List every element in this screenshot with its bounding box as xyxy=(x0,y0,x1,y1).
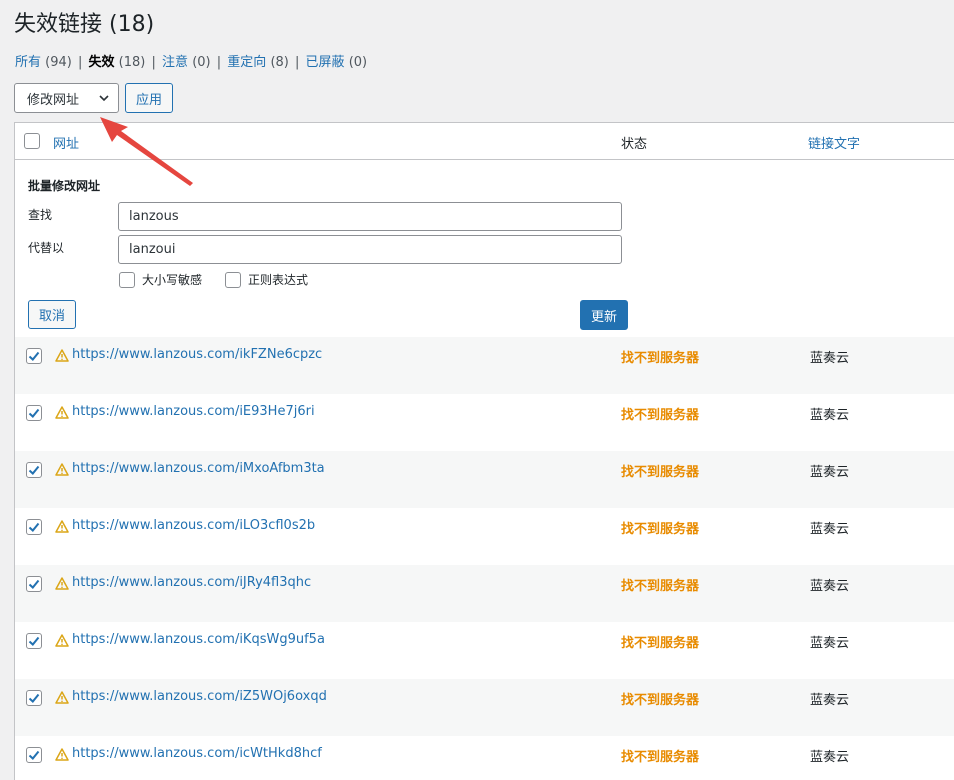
chevron-down-icon xyxy=(99,95,109,102)
link-text: 蓝奏云 xyxy=(810,636,850,651)
table-row: https://www.lanzous.com/iE93He7j6ri 找不到服… xyxy=(15,394,954,451)
link-status: 找不到服务器 xyxy=(621,408,700,423)
link-text: 蓝奏云 xyxy=(810,693,850,708)
row-checkbox[interactable] xyxy=(26,519,42,535)
link-status: 找不到服务器 xyxy=(621,465,700,480)
separator: | xyxy=(295,55,300,70)
table-row: https://www.lanzous.com/ikFZNe6cpzc 找不到服… xyxy=(15,337,954,394)
bulk-action-selected: 修改网址 xyxy=(27,92,80,108)
link-text: 蓝奏云 xyxy=(810,351,850,366)
row-checkbox[interactable] xyxy=(26,405,42,421)
link-status: 找不到服务器 xyxy=(621,579,700,594)
link-url[interactable]: https://www.lanzous.com/iE93He7j6ri xyxy=(72,404,315,419)
find-input[interactable]: lanzous xyxy=(118,202,622,231)
column-status: 状态 xyxy=(621,137,648,152)
warning-icon xyxy=(55,691,69,704)
filter-broken[interactable]: 失效 xyxy=(89,55,115,70)
filter-warning-count: (0) xyxy=(192,55,211,70)
select-all-checkbox[interactable] xyxy=(24,133,40,149)
warning-icon xyxy=(55,349,69,362)
cancel-button[interactable]: 取消 xyxy=(28,300,76,329)
link-text: 蓝奏云 xyxy=(810,522,850,537)
link-text: 蓝奏云 xyxy=(810,579,850,594)
filter-all[interactable]: 所有 xyxy=(15,55,41,70)
filter-warning[interactable]: 注意 xyxy=(162,55,188,70)
link-text: 蓝奏云 xyxy=(810,750,850,765)
filter-broken-count: (18) xyxy=(118,55,146,70)
annotation-arrow-icon xyxy=(100,117,193,186)
link-text: 蓝奏云 xyxy=(810,465,850,480)
filter-dismissed[interactable]: 已屏蔽 xyxy=(306,55,345,70)
bulk-edit-panel: 批量修改网址 查找 lanzous 代替以 lanzoui 大小写敏感 正则表达… xyxy=(15,161,954,337)
table-rows: https://www.lanzous.com/ikFZNe6cpzc 找不到服… xyxy=(15,337,954,780)
link-url[interactable]: https://www.lanzous.com/iJRy4fl3qhc xyxy=(72,575,311,590)
apply-button[interactable]: 应用 xyxy=(125,83,173,113)
column-link-text[interactable]: 链接文字 xyxy=(808,133,860,152)
regex-checkbox[interactable] xyxy=(225,271,241,288)
row-checkbox[interactable] xyxy=(26,633,42,649)
table-row: https://www.lanzous.com/iJRy4fl3qhc 找不到服… xyxy=(15,565,954,622)
filter-redirect-count: (8) xyxy=(270,55,289,70)
row-checkbox[interactable] xyxy=(26,576,42,592)
status-filter-links: 所有 (94) | 失效 (18) | 注意 (0) | 重定向 (8) | 已… xyxy=(15,51,367,70)
link-status: 找不到服务器 xyxy=(621,693,700,708)
link-url[interactable]: https://www.lanzous.com/iZ5WOj6oxqd xyxy=(72,689,327,704)
link-url[interactable]: https://www.lanzous.com/iLO3cfl0s2b xyxy=(72,518,315,533)
warning-icon xyxy=(55,634,69,647)
find-label: 查找 xyxy=(28,208,53,222)
warning-icon xyxy=(55,520,69,533)
row-checkbox[interactable] xyxy=(26,747,42,763)
case-sensitive-option[interactable]: 大小写敏感 xyxy=(119,271,202,288)
case-sensitive-label: 大小写敏感 xyxy=(142,273,203,287)
table-row: https://www.lanzous.com/iZ5WOj6oxqd 找不到服… xyxy=(15,679,954,736)
case-sensitive-checkbox[interactable] xyxy=(119,271,135,288)
link-status: 找不到服务器 xyxy=(621,522,700,537)
table-row: https://www.lanzous.com/iKqsWg9uf5a 找不到服… xyxy=(15,622,954,679)
bulk-action-select[interactable]: 修改网址 xyxy=(14,83,119,113)
bulk-edit-title: 批量修改网址 xyxy=(28,179,101,193)
filter-all-count: (94) xyxy=(45,55,72,70)
table-row: https://www.lanzous.com/iMxoAfbm3ta 找不到服… xyxy=(15,451,954,508)
update-button[interactable]: 更新 xyxy=(580,300,628,330)
warning-icon xyxy=(55,463,69,476)
warning-icon xyxy=(55,748,69,761)
link-url[interactable]: https://www.lanzous.com/iMxoAfbm3ta xyxy=(72,461,325,476)
row-checkbox[interactable] xyxy=(26,348,42,364)
links-table: 网址 状态 链接文字 批量修改网址 查找 lanzous 代替以 lanzoui… xyxy=(14,122,954,780)
link-url[interactable]: https://www.lanzous.com/icWtHkd8hcf xyxy=(72,746,322,761)
replace-input[interactable]: lanzoui xyxy=(118,235,622,264)
regex-label: 正则表达式 xyxy=(248,273,309,287)
table-row: https://www.lanzous.com/iLO3cfl0s2b 找不到服… xyxy=(15,508,954,565)
table-row: https://www.lanzous.com/icWtHkd8hcf 找不到服… xyxy=(15,736,954,780)
link-status: 找不到服务器 xyxy=(621,636,700,651)
separator: | xyxy=(216,55,222,70)
warning-icon xyxy=(55,577,69,590)
link-url[interactable]: https://www.lanzous.com/iKqsWg9uf5a xyxy=(72,632,325,647)
separator: | xyxy=(151,55,156,70)
link-status: 找不到服务器 xyxy=(621,750,700,765)
link-text: 蓝奏云 xyxy=(810,408,850,423)
filter-redirect[interactable]: 重定向 xyxy=(227,55,266,70)
column-url[interactable]: 网址 xyxy=(53,133,79,152)
warning-icon xyxy=(55,406,69,419)
replace-label: 代替以 xyxy=(28,241,65,255)
link-status: 找不到服务器 xyxy=(621,351,700,366)
filter-dismissed-count: (0) xyxy=(348,55,368,70)
link-url[interactable]: https://www.lanzous.com/ikFZNe6cpzc xyxy=(72,347,322,362)
row-checkbox[interactable] xyxy=(26,690,42,706)
regex-option[interactable]: 正则表达式 xyxy=(225,271,308,288)
page-title: 失效链接 (18) xyxy=(14,12,155,37)
separator: | xyxy=(77,55,83,70)
row-checkbox[interactable] xyxy=(26,462,42,478)
